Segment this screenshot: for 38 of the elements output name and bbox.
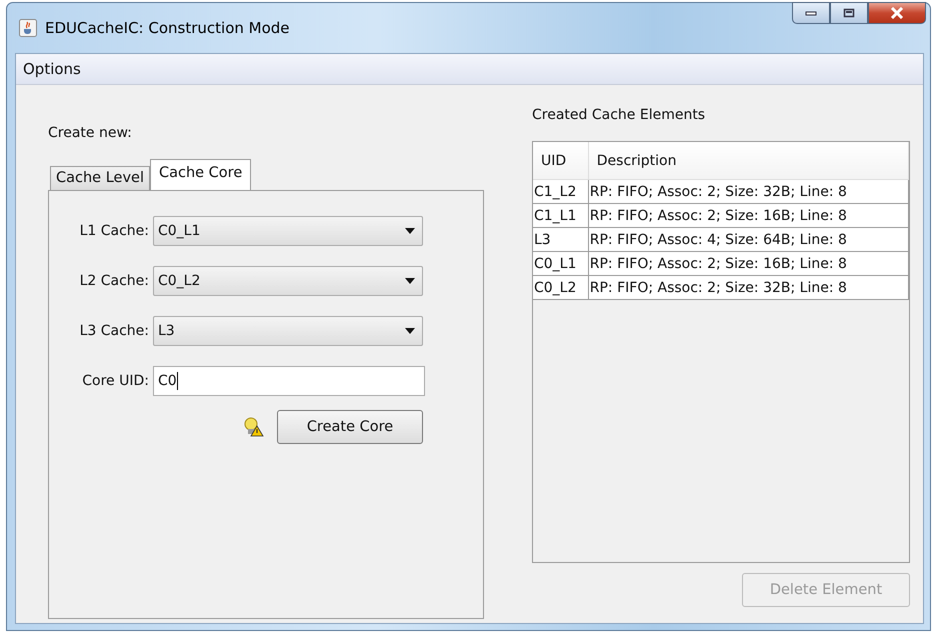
maximize-icon	[843, 8, 855, 18]
caret-icon	[405, 228, 415, 234]
field-label: L1 Cache:	[78, 223, 149, 239]
minimize-button[interactable]	[792, 2, 830, 24]
column-header[interactable]: Description	[588, 142, 908, 180]
coffee-cup-icon	[19, 19, 37, 37]
tab[interactable]: Cache Level	[50, 166, 150, 190]
table-cell: RP: FIFO; Assoc: 2; Size: 32B; Line: 8	[588, 276, 908, 300]
field-label: L2 Cache:	[78, 273, 149, 289]
field-label: Core UID:	[81, 373, 149, 389]
lightbulb-warning-icon	[243, 417, 265, 437]
table-cell: C1_L1	[533, 204, 588, 228]
maximize-button[interactable]	[830, 2, 868, 24]
tab[interactable]: Cache Core	[150, 159, 252, 190]
menu-item[interactable]: Options	[16, 60, 88, 78]
field-label: L3 Cache:	[78, 323, 149, 339]
minimize-icon	[805, 10, 817, 16]
table-cell: L3	[533, 228, 588, 252]
table-cell: RP: FIFO; Assoc: 2; Size: 16B; Line: 8	[588, 204, 908, 228]
table-cell: C0_L2	[533, 276, 588, 300]
close-button[interactable]	[868, 2, 926, 24]
dropdown[interactable]: C0_L2	[153, 266, 423, 296]
caret-icon	[405, 278, 415, 284]
dropdown[interactable]: L3	[153, 316, 423, 346]
section-label: Created Cache Elements	[532, 107, 706, 123]
table-cell: C1_L2	[533, 180, 588, 204]
close-icon	[890, 7, 904, 19]
table-cell: RP: FIFO; Assoc: 4; Size: 64B; Line: 8	[588, 228, 908, 252]
table-cell: C0_L1	[533, 252, 588, 276]
caret-icon	[405, 328, 415, 334]
input-field[interactable]: C0	[153, 366, 425, 396]
window-title: EDUCacheIC: Construction Mode	[45, 19, 290, 37]
create-core-button[interactable]: Create Core	[277, 410, 423, 444]
column-header[interactable]: UID	[533, 142, 588, 180]
section-label: Create new:	[48, 125, 133, 141]
dropdown[interactable]: C0_L1	[153, 216, 423, 246]
table-cell: RP: FIFO; Assoc: 2; Size: 16B; Line: 8	[588, 252, 908, 276]
table-cell: RP: FIFO; Assoc: 2; Size: 32B; Line: 8	[588, 180, 908, 204]
